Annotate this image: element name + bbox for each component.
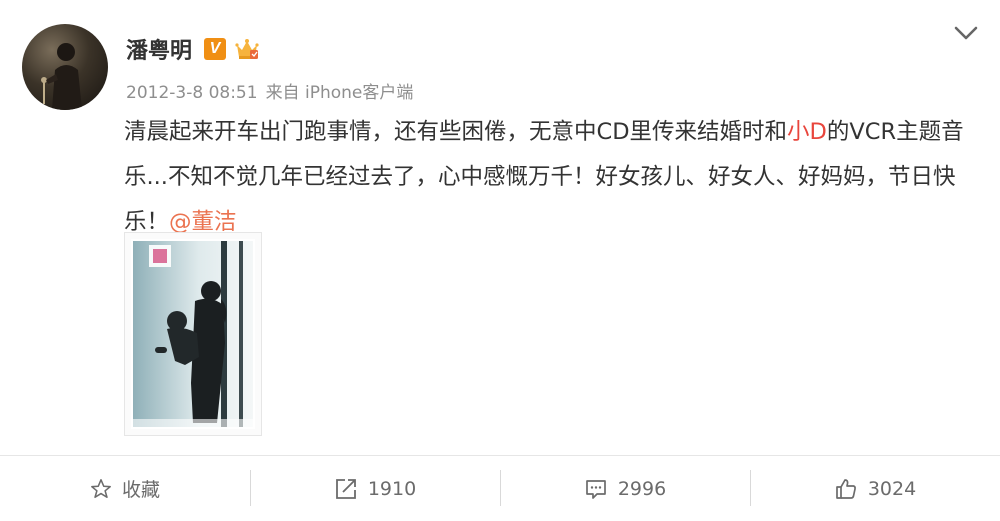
- verified-badge: V: [204, 38, 227, 60]
- post-content: 清晨起来开车出门跑事情，还有些困倦，无意中CD里传来结婚时和小D的VCR主题音乐…: [124, 110, 974, 245]
- repost-icon: [335, 478, 356, 499]
- favorite-button[interactable]: 收藏: [0, 456, 250, 521]
- repost-count: 1910: [367, 477, 417, 500]
- favorite-label: 收藏: [121, 479, 160, 501]
- highlight-text: 小D: [787, 119, 827, 145]
- like-count: 3024: [867, 477, 917, 500]
- crown-icon: [235, 39, 259, 59]
- weibo-post-card: 潘粤明 V 2012-3-8 08:51 来自 iPhone客户端 清晨起来开车出…: [0, 0, 1000, 520]
- post-image[interactable]: [124, 232, 262, 436]
- comment-icon: [585, 479, 606, 499]
- post-image-picture: [131, 239, 255, 429]
- avatar[interactable]: [22, 24, 108, 110]
- verified-badge-label: V: [209, 40, 221, 57]
- repost-button[interactable]: 1910: [250, 456, 500, 521]
- chevron-down-icon[interactable]: [952, 22, 980, 44]
- post-source: 来自 iPhone客户端: [265, 83, 414, 103]
- like-button[interactable]: 3024: [750, 456, 1000, 521]
- username[interactable]: 潘粤明: [126, 33, 192, 65]
- comment-button[interactable]: 2996: [500, 456, 750, 521]
- star-icon: [91, 478, 111, 498]
- post-meta: 2012-3-8 08:51 来自 iPhone客户端: [126, 78, 413, 103]
- comment-count: 2996: [617, 477, 667, 500]
- action-bar: 收藏 1910 2996 3024: [0, 455, 1000, 521]
- thumbs-up-icon: [835, 478, 856, 499]
- avatar-image: [41, 43, 82, 110]
- post-text-part-1: 清晨起来开车出门跑事情，还有些困倦，无意中CD里传来结婚时和: [124, 119, 788, 145]
- post-timestamp[interactable]: 2012-3-8 08:51: [126, 83, 258, 103]
- user-info: 潘粤明 V: [126, 32, 260, 66]
